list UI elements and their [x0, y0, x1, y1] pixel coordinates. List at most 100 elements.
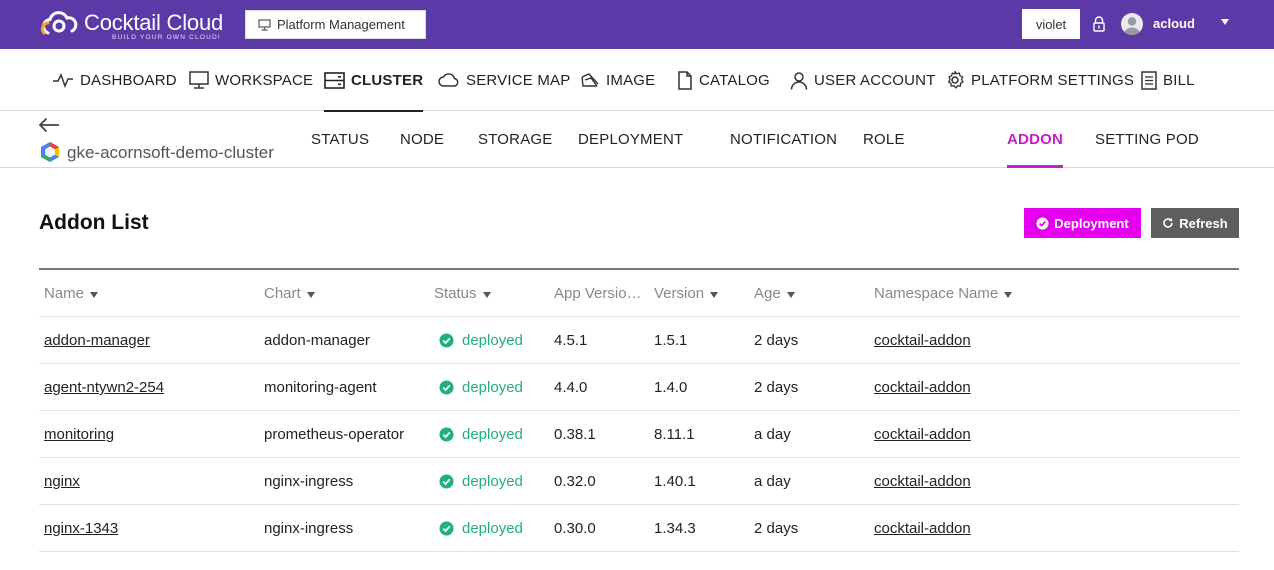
status-text: deployed [462, 379, 523, 396]
app-version-cell: 4.5.1 [554, 332, 588, 349]
username[interactable]: acloud [1153, 16, 1195, 31]
lock-icon[interactable] [1092, 15, 1106, 33]
check-circle-icon [439, 380, 454, 395]
namespace-link[interactable]: cocktail-addon [874, 364, 971, 411]
nav-service-map[interactable]: SERVICE MAP [438, 49, 570, 111]
refresh-button[interactable]: Refresh [1151, 208, 1239, 238]
column-header-namespace[interactable]: Namespace Name [874, 270, 1013, 317]
addon-name-link[interactable]: nginx-1343 [44, 505, 118, 552]
nav-service-map-label: SERVICE MAP [466, 71, 571, 89]
chart-cell: monitoring-agent [264, 379, 377, 396]
tab-deployment[interactable]: DEPLOYMENT [578, 111, 683, 167]
brand-tagline: BUILD YOUR OWN CLOUD! [112, 34, 221, 41]
gke-logo-icon [41, 142, 59, 162]
column-header-chart[interactable]: Chart [264, 270, 315, 317]
deployment-button[interactable]: Deployment [1024, 208, 1141, 238]
check-circle-icon [439, 333, 454, 348]
column-header-app-version[interactable]: App Versio… [554, 270, 642, 317]
column-header-label: Version [654, 285, 705, 302]
sort-caret-icon [1004, 291, 1013, 298]
brand-logo[interactable]: Cocktail Cloud BUILD YOUR OWN CLOUD! [40, 7, 240, 43]
user-avatar-icon [1123, 17, 1141, 35]
nav-platform-settings[interactable]: PLATFORM SETTINGS [945, 49, 1134, 111]
nav-dashboard-label: DASHBOARD [80, 71, 177, 89]
sort-caret-icon [482, 291, 491, 298]
sort-caret-icon [90, 291, 99, 298]
refresh-button-label: Refresh [1179, 215, 1228, 231]
table-row: nginx-1343 nginx-ingress deployed 0.30.0… [39, 505, 1239, 552]
nav-dashboard[interactable]: DASHBOARD [52, 49, 177, 111]
version-cell: 8.11.1 [654, 426, 695, 443]
chart-cell: prometheus-operator [264, 426, 405, 443]
server-icon [324, 71, 345, 89]
cloud-logo-icon [40, 11, 78, 35]
addon-table: Name Chart Status App Versio… Version Ag… [39, 268, 1239, 552]
cluster-name: gke-acornsoft-demo-cluster [67, 143, 274, 162]
status-text: deployed [462, 520, 523, 537]
cluster-subnav: gke-acornsoft-demo-cluster STATUS NODE S… [0, 111, 1274, 168]
tab-node[interactable]: NODE [400, 111, 444, 167]
addon-name-link[interactable]: addon-manager [44, 317, 150, 364]
top-bar: Cocktail Cloud BUILD YOUR OWN CLOUD! Pla… [0, 0, 1274, 49]
age-cell: 2 days [754, 520, 799, 537]
status-text: deployed [462, 473, 523, 490]
version-cell: 1.34.3 [654, 520, 696, 537]
column-header-status[interactable]: Status [434, 270, 491, 317]
column-header-age[interactable]: Age [754, 270, 795, 317]
account-chip[interactable]: violet [1022, 9, 1080, 39]
user-icon [790, 71, 808, 90]
column-header-label: Namespace Name [874, 285, 999, 302]
nav-image[interactable]: IMAGE [580, 49, 655, 111]
pulse-icon [53, 73, 73, 88]
age-cell: 2 days [754, 332, 799, 349]
tab-setting-pod[interactable]: SETTING POD [1095, 111, 1199, 167]
document-icon [678, 70, 692, 90]
user-menu-caret-icon[interactable] [1221, 19, 1229, 25]
namespace-link[interactable]: cocktail-addon [874, 458, 971, 505]
column-header-label: Name [44, 285, 85, 302]
nav-image-label: IMAGE [606, 71, 656, 89]
addon-name-link[interactable]: nginx [44, 458, 80, 505]
tab-notification[interactable]: NOTIFICATION [730, 111, 837, 167]
nav-catalog[interactable]: CATALOG [677, 49, 770, 111]
platform-management-button[interactable]: Platform Management [245, 10, 426, 39]
addon-name-link[interactable]: monitoring [44, 411, 114, 458]
namespace-link[interactable]: cocktail-addon [874, 317, 971, 364]
nav-bill[interactable]: BILL [1141, 49, 1195, 111]
namespace-link[interactable]: cocktail-addon [874, 505, 971, 552]
age-cell: a day [754, 473, 791, 490]
status-cell: deployed [439, 317, 523, 364]
check-circle-icon [1036, 217, 1049, 229]
nav-bill-label: BILL [1163, 71, 1195, 89]
version-cell: 1.5.1 [654, 332, 688, 349]
avatar[interactable] [1121, 13, 1143, 35]
app-version-cell: 4.4.0 [554, 379, 588, 396]
version-cell: 1.4.0 [654, 379, 688, 396]
table-row: nginx nginx-ingress deployed 0.32.0 1.40… [39, 458, 1239, 505]
back-arrow-icon[interactable] [38, 117, 60, 133]
main-nav: DASHBOARD WORKSPACE CLUSTER SERVICE MAP … [0, 49, 1274, 112]
nav-user-account[interactable]: USER ACCOUNT [790, 49, 936, 111]
namespace-link[interactable]: cocktail-addon [874, 411, 971, 458]
tab-storage[interactable]: STORAGE [478, 111, 552, 167]
version-cell: 1.40.1 [654, 473, 696, 490]
column-header-label: Status [434, 285, 477, 302]
table-row: monitoring prometheus-operator deployed … [39, 411, 1239, 458]
table-row: agent-ntywn2-254 monitoring-agent deploy… [39, 364, 1239, 411]
sort-caret-icon [786, 291, 795, 298]
image-icon [581, 73, 599, 87]
chart-cell: nginx-ingress [264, 520, 354, 537]
nav-cluster[interactable]: CLUSTER [324, 49, 424, 112]
deployment-button-label: Deployment [1054, 215, 1129, 231]
cloud-icon [438, 73, 459, 87]
tab-status[interactable]: STATUS [311, 111, 369, 167]
tab-addon[interactable]: ADDON [1007, 111, 1063, 168]
table-body: addon-manager addon-manager deployed 4.5… [39, 317, 1239, 552]
check-circle-icon [439, 427, 454, 442]
column-header-name[interactable]: Name [44, 270, 99, 317]
tab-role[interactable]: ROLE [863, 111, 905, 167]
status-cell: deployed [439, 458, 523, 505]
nav-workspace[interactable]: WORKSPACE [189, 49, 313, 111]
addon-name-link[interactable]: agent-ntywn2-254 [44, 364, 164, 411]
column-header-version[interactable]: Version [654, 270, 719, 317]
